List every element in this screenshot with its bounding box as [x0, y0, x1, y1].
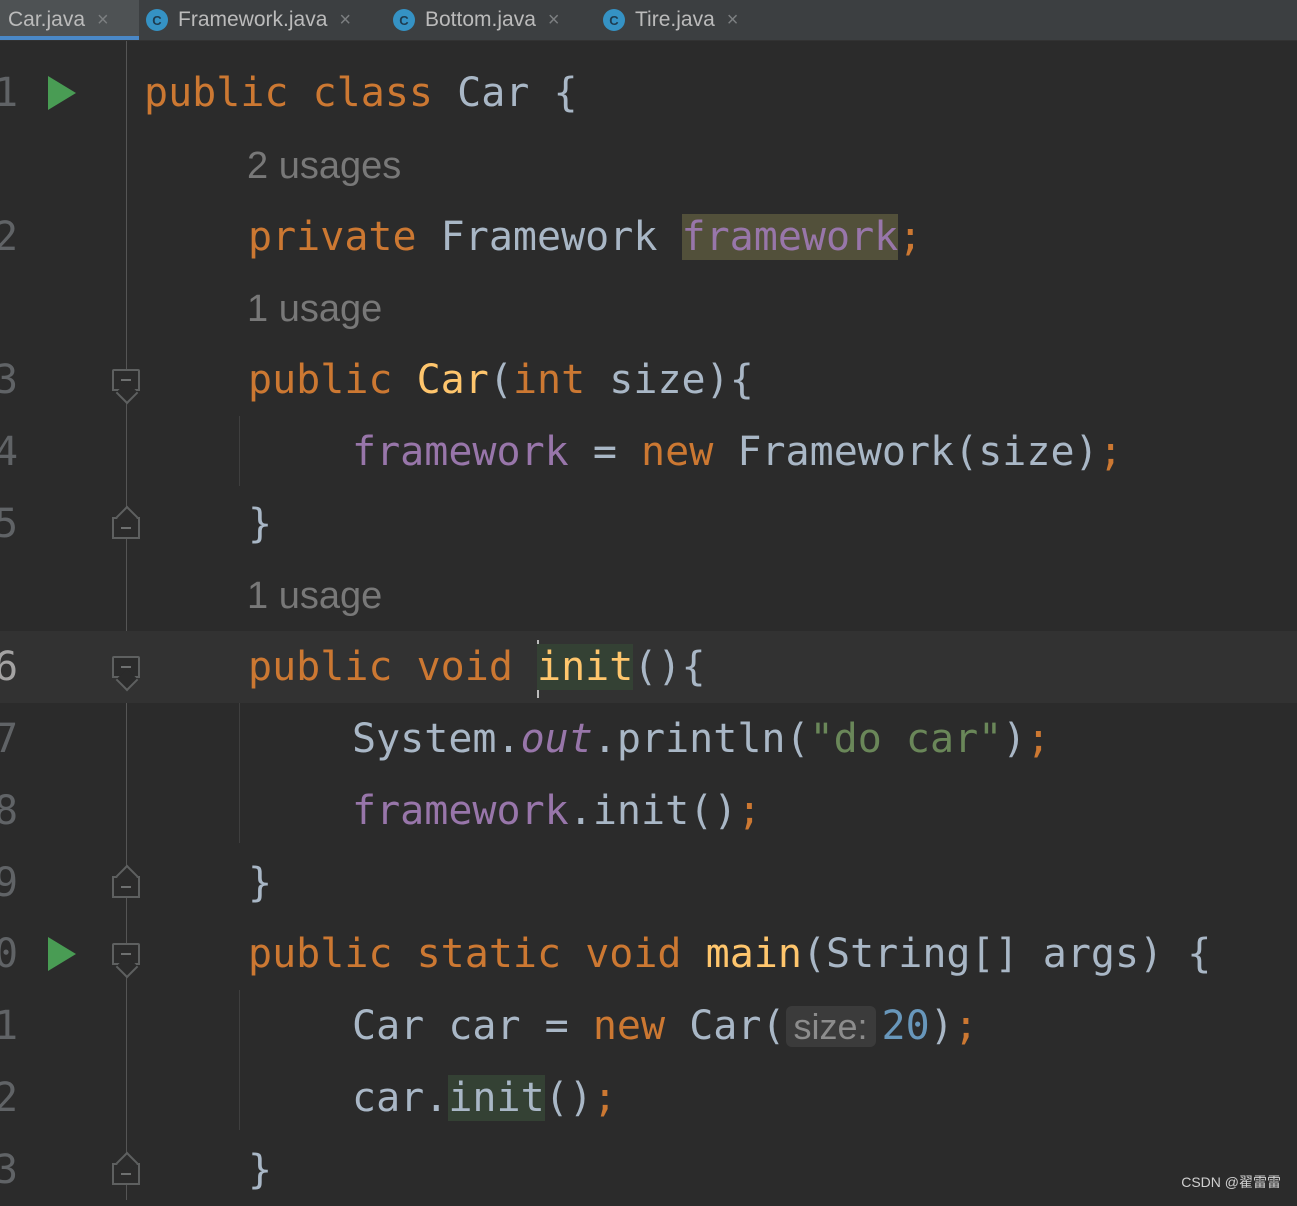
code-line[interactable]: 3 }	[0, 1134, 1297, 1206]
code-line[interactable]: 9 }	[0, 847, 1297, 919]
line-number: 0	[0, 931, 19, 977]
code-text: }	[248, 501, 273, 547]
line-number: 1	[0, 70, 19, 116]
code-text: private Framework framework;	[248, 214, 923, 260]
run-gutter-icon[interactable]	[48, 76, 76, 110]
close-icon[interactable]: ×	[727, 9, 739, 32]
fold-end-icon[interactable]	[112, 517, 140, 539]
line-number: 5	[0, 501, 19, 547]
code-text: framework.init();	[352, 788, 762, 834]
code-line[interactable]: 1 public class Car {	[0, 57, 1297, 129]
code-text: }	[248, 860, 273, 906]
fold-collapse-icon[interactable]	[112, 943, 140, 965]
java-class-icon: C	[146, 9, 168, 31]
close-icon[interactable]: ×	[97, 9, 109, 32]
code-text: }	[248, 1147, 273, 1193]
run-gutter-icon[interactable]	[48, 937, 76, 971]
tab-car-java[interactable]: Car.java ×	[0, 0, 139, 40]
fold-collapse-icon[interactable]	[112, 656, 140, 678]
editor-tab-bar: Car.java × C Framework.java × C Bottom.j…	[0, 0, 1297, 41]
fold-collapse-icon[interactable]	[112, 369, 140, 391]
code-text: framework = new Framework(size);	[352, 429, 1123, 475]
line-number: 8	[0, 788, 19, 834]
tab-bottom-java[interactable]: C Bottom.java ×	[393, 0, 560, 40]
code-text: public static void main(String[] args) {	[248, 931, 1212, 977]
usages-hint[interactable]: 1 usage	[247, 560, 382, 632]
tab-label: Car.java	[8, 8, 86, 31]
java-class-icon: C	[393, 9, 415, 31]
close-icon[interactable]: ×	[339, 9, 351, 32]
tab-framework-java[interactable]: C Framework.java ×	[146, 0, 351, 40]
tab-label: Bottom.java	[425, 8, 536, 31]
line-number: 6	[0, 644, 19, 690]
line-number: 3	[0, 1147, 19, 1193]
code-line-current[interactable]: 6 public void init(){	[0, 631, 1297, 703]
fold-end-icon[interactable]	[112, 876, 140, 898]
line-number: 7	[0, 716, 19, 762]
code-text: public class Car {	[144, 70, 578, 116]
parameter-hint: size:	[785, 1006, 876, 1047]
code-line[interactable]: 1 Car car = new Car(size: 20);	[0, 990, 1297, 1062]
fold-end-icon[interactable]	[112, 1163, 140, 1185]
code-text: public void init(){	[248, 631, 706, 703]
line-number: 2	[0, 214, 19, 260]
line-number: 2	[0, 1075, 19, 1121]
code-line[interactable]: 5 }	[0, 488, 1297, 560]
line-number: 1	[0, 1003, 19, 1049]
code-text: car.init();	[352, 1075, 617, 1121]
java-class-icon: C	[603, 9, 625, 31]
usages-hint[interactable]: 1 usage	[247, 273, 382, 345]
code-text: public Car(int size){	[248, 357, 754, 403]
code-text: System.out.println("do car");	[352, 716, 1051, 762]
line-number: 3	[0, 357, 19, 403]
code-line[interactable]: 0 public static void main(String[] args)…	[0, 918, 1297, 990]
tab-tire-java[interactable]: C Tire.java ×	[603, 0, 738, 40]
usages-hint[interactable]: 2 usages	[247, 130, 401, 202]
line-number: 4	[0, 429, 19, 475]
code-line[interactable]: 4 framework = new Framework(size);	[0, 416, 1297, 488]
code-line[interactable]: 7 System.out.println("do car");	[0, 703, 1297, 775]
watermark: CSDN @翟雷雷	[1181, 1174, 1281, 1190]
tab-label: Tire.java	[635, 8, 715, 31]
code-line[interactable]: 2 car.init();	[0, 1062, 1297, 1134]
code-line[interactable]: 3 public Car(int size){	[0, 344, 1297, 416]
code-line[interactable]: 2 private Framework framework;	[0, 201, 1297, 273]
close-icon[interactable]: ×	[548, 9, 560, 32]
code-text: Car car = new Car(size: 20);	[352, 1003, 978, 1049]
tab-label: Framework.java	[178, 8, 328, 31]
code-line[interactable]: 8 framework.init();	[0, 775, 1297, 847]
line-number: 9	[0, 860, 19, 906]
